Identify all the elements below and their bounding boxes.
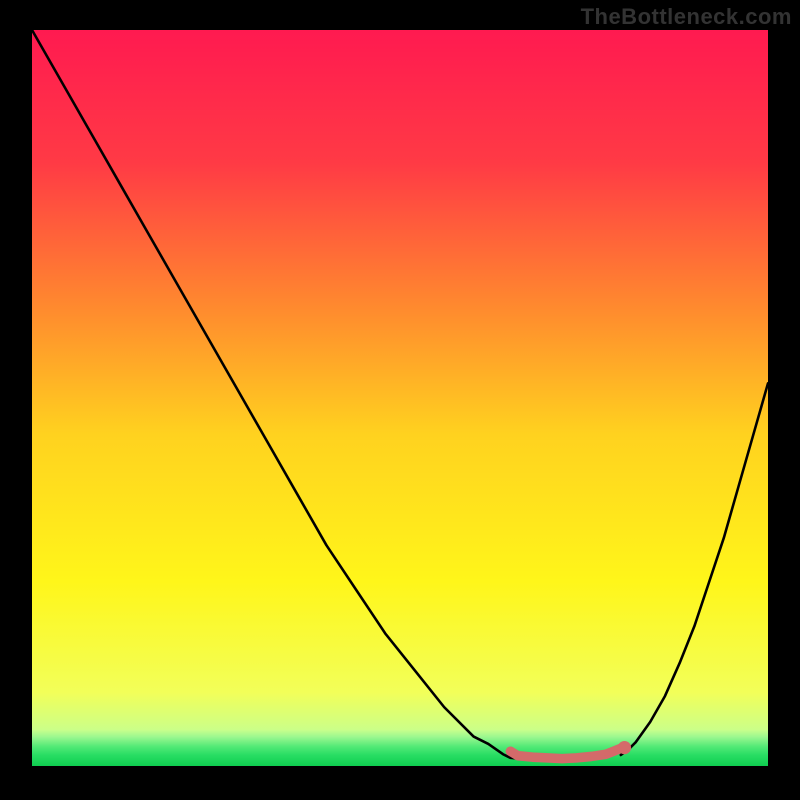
curve-bottom-segment [510, 748, 620, 758]
curve-right-branch [621, 383, 768, 755]
chart-frame: TheBottleneck.com [0, 0, 800, 800]
curve-layer [32, 30, 768, 766]
curve-left-branch [32, 30, 518, 759]
watermark-text: TheBottleneck.com [581, 4, 792, 30]
plot-area [32, 30, 768, 766]
bottom-dot-icon [618, 741, 631, 754]
